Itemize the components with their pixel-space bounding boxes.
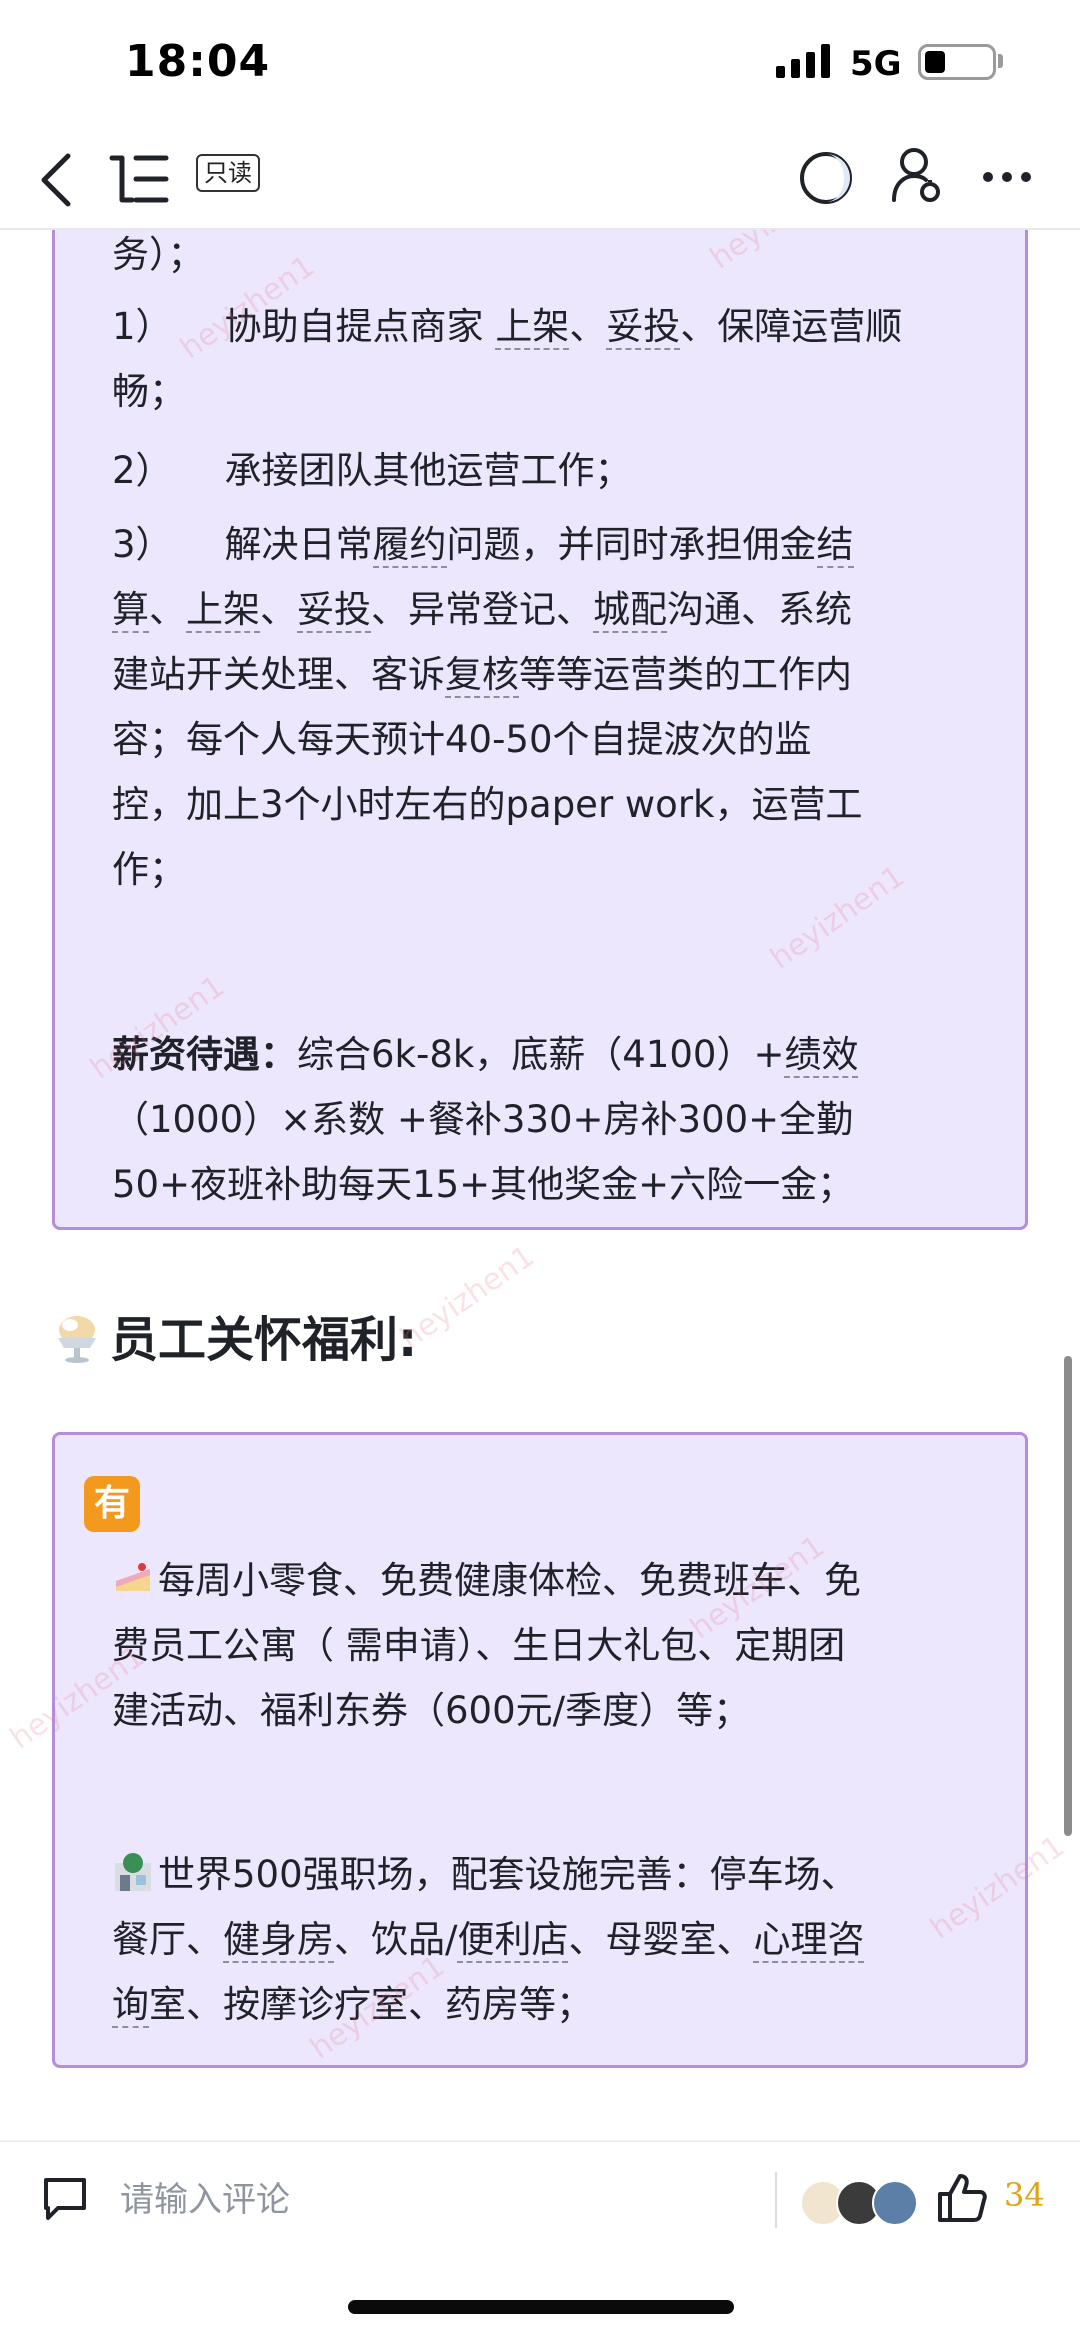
text-run: （1000）×系数 +餐补330+房补300+全勤 bbox=[112, 1098, 854, 1141]
text-run: 上架 bbox=[186, 588, 260, 633]
duty-item-2: 2） 承接团队其他运营工作； bbox=[112, 438, 1002, 503]
text-run: 每周小零食、免费健康体检、免费班车、免 bbox=[158, 1559, 861, 1602]
text-run: 畅； bbox=[112, 370, 186, 413]
duty-number: 2） bbox=[112, 449, 173, 492]
text-run: 问题，并同时承担佣金 bbox=[446, 523, 817, 566]
network-label: 5G bbox=[850, 44, 902, 84]
back-icon[interactable] bbox=[36, 152, 76, 208]
readonly-badge: 只读 bbox=[196, 154, 260, 192]
text-run: 餐厅、 bbox=[112, 1918, 223, 1961]
text-run: 结 bbox=[816, 523, 854, 568]
text-run: 等等运营类的工作内 bbox=[519, 653, 852, 696]
salary-paragraph: 薪资待遇：综合6k-8k，底薪（4100）+绩效 （1000）×系数 +餐补33… bbox=[112, 1022, 1002, 1217]
status-time: 18:04 bbox=[125, 36, 271, 87]
text-run: 、 bbox=[260, 588, 297, 631]
document-content: 务）； 1） 协助自提点商家 上架、妥投、保障运营顺 畅； 2） 承接团队其他运营工… bbox=[0, 230, 1080, 2130]
text-run: 绩效 bbox=[784, 1033, 859, 1078]
text-run: 、异常登记、 bbox=[371, 588, 593, 631]
text-run: 、 bbox=[569, 305, 607, 348]
text-run: 室、按摩诊疗室、药房等； bbox=[149, 1983, 593, 2026]
text-run: 心理咨 bbox=[753, 1918, 865, 1963]
top-nav: 只读 bbox=[0, 130, 1080, 230]
text-run: 控，加上3个小时左右的paper work，运营工 bbox=[112, 783, 863, 826]
comment-bar: 请输入评论 34 bbox=[0, 2140, 1080, 2260]
text-run: 询 bbox=[112, 1983, 149, 2028]
scrollbar[interactable] bbox=[1064, 1356, 1072, 1836]
benefits-paragraph-1: 每周小零食、免费健康体检、免费班车、免 费员工公寓（ 需申请）、生日大礼包、定期… bbox=[112, 1548, 1002, 1743]
text-run: 沟通、系统 bbox=[667, 588, 852, 631]
battery-tip bbox=[998, 54, 1003, 68]
like-count: 34 bbox=[1004, 2176, 1045, 2214]
text-run: 、保障运营顺 bbox=[680, 305, 903, 348]
text-run: 履约 bbox=[372, 523, 447, 568]
outline-icon[interactable] bbox=[108, 152, 170, 206]
battery-level bbox=[925, 51, 945, 73]
text-run: 算 bbox=[112, 588, 149, 633]
status-bar: 18:04 5G bbox=[0, 0, 1080, 130]
avatar[interactable] bbox=[872, 2180, 918, 2226]
signal-icon bbox=[776, 44, 830, 78]
text-run: 50+夜班补助每天15+其他奖金+六险一金； bbox=[112, 1163, 855, 1206]
text-run: 、 bbox=[149, 588, 186, 631]
ice-cream-icon bbox=[58, 1316, 96, 1363]
text-run: 城配 bbox=[593, 588, 667, 633]
text-run: 建站开关处理、客诉 bbox=[112, 653, 445, 696]
section-heading: 员工关怀福利: bbox=[50, 1300, 417, 1370]
text-run: 费员工公寓（ 需申请）、生日大礼包、定期团 bbox=[112, 1624, 846, 1667]
like-icon[interactable] bbox=[936, 2172, 988, 2224]
text-run: 妥投 bbox=[606, 305, 681, 350]
text-run: 协助自提点商家 bbox=[224, 305, 496, 348]
text-run: 健身房 bbox=[223, 1918, 334, 1963]
theme-icon[interactable] bbox=[798, 150, 854, 206]
text-run: 妥投 bbox=[297, 588, 371, 633]
duty-item-1: 1） 协助自提点商家 上架、妥投、保障运营顺 畅； bbox=[112, 294, 1002, 424]
text-run: 承接团队其他运营工作； bbox=[224, 449, 632, 492]
salary-label: 薪资待遇： bbox=[112, 1033, 297, 1076]
more-icon[interactable] bbox=[982, 170, 1032, 184]
text-run: 作； bbox=[112, 848, 186, 891]
text-run: 世界500强职场，配套设施完善：停车场、 bbox=[158, 1853, 858, 1896]
comment-icon[interactable] bbox=[40, 2174, 90, 2224]
battery-icon bbox=[918, 44, 996, 80]
home-indicator[interactable] bbox=[348, 2300, 734, 2314]
convenience-store-icon bbox=[115, 1853, 151, 1891]
duties-continued: 务）； bbox=[112, 233, 205, 276]
comment-input[interactable]: 请输入评论 bbox=[120, 2172, 290, 2221]
text-run: 复核 bbox=[445, 653, 519, 698]
collaborator-icon[interactable] bbox=[890, 146, 946, 206]
section-title: 员工关怀福利: bbox=[110, 1312, 418, 1368]
duty-number: 3） bbox=[112, 523, 173, 566]
text-run: 便利店 bbox=[457, 1918, 569, 1963]
text-run: 上架 bbox=[495, 305, 570, 350]
duty-item-3: 3） 解决日常履约问题，并同时承担佣金结 算、上架、妥投、异常登记、城配沟通、系统… bbox=[112, 512, 1002, 902]
cake-icon bbox=[116, 1563, 150, 1591]
text-run: 、饮品/ bbox=[334, 1918, 458, 1961]
text-run: 容；每个人每天预计40-50个自提波次的监 bbox=[112, 718, 812, 761]
text-run: 综合6k-8k，底薪（4100）+ bbox=[297, 1033, 785, 1076]
divider bbox=[775, 2172, 777, 2228]
text-run: 解决日常 bbox=[224, 523, 373, 566]
callout-tag-icon: 有 bbox=[84, 1476, 140, 1532]
text-run: 、母婴室、 bbox=[568, 1918, 754, 1961]
text-run: 建活动、福利东券（600元/季度）等； bbox=[112, 1689, 751, 1732]
benefits-paragraph-2: 世界500强职场，配套设施完善：停车场、 餐厅、健身房、饮品/便利店、母婴室、心… bbox=[112, 1842, 1002, 2037]
duty-number: 1） bbox=[112, 305, 173, 348]
